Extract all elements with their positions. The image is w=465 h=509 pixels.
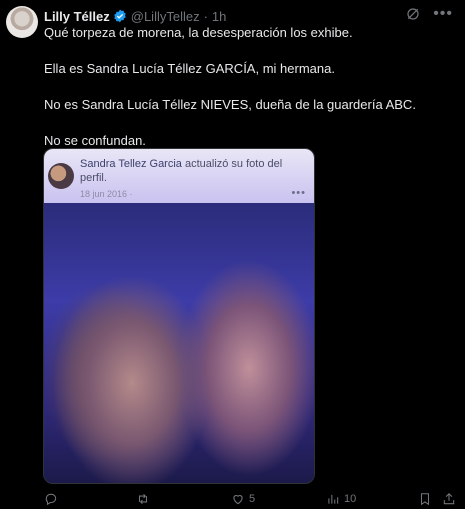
repost-icon <box>138 493 148 505</box>
fb-more-icon: ••• <box>291 187 306 199</box>
separator-dot: · <box>203 8 208 24</box>
tweet-header: Lilly Téllez @LillyTellez · 1h ••• <box>44 6 455 26</box>
repost-button[interactable] <box>136 492 154 506</box>
tweet-actions: 5 10 <box>44 490 459 508</box>
bookmark-button[interactable] <box>418 492 432 506</box>
author-handle[interactable]: @LillyTellez <box>131 9 200 24</box>
like-button[interactable]: 5 <box>231 492 255 506</box>
like-icon <box>233 495 243 505</box>
tweet-paragraph: Ella es Sandra Lucía Téllez GARCÍA, mi h… <box>44 61 335 76</box>
like-count: 5 <box>249 493 256 505</box>
tweet-paragraph: No es Sandra Lucía Téllez NIEVES, dueña … <box>44 97 416 112</box>
more-icon[interactable]: ••• <box>433 6 453 22</box>
author-name[interactable]: Lilly Téllez <box>44 9 110 24</box>
fb-post-line: Sandra Tellez Garcia actualizó su foto d… <box>80 157 306 185</box>
selfie-photo <box>44 203 314 483</box>
verified-badge-icon <box>113 9 126 23</box>
tweet-text: Qué torpeza de morena, la desesperación … <box>44 24 455 168</box>
share-icon <box>443 493 455 505</box>
tweet[interactable]: Lilly Téllez @LillyTellez · 1h ••• Qué t… <box>0 0 465 509</box>
share-button[interactable] <box>442 492 456 506</box>
tweet-media[interactable]: Sandra Tellez Garcia actualizó su foto d… <box>43 148 315 484</box>
author-avatar[interactable] <box>6 6 38 38</box>
fb-date: 18 jun 2016 · <box>80 189 133 199</box>
tweet-paragraph: Qué torpeza de morena, la desesperación … <box>44 25 353 40</box>
tweet-time[interactable]: 1h <box>212 9 226 24</box>
facebook-post-header: Sandra Tellez Garcia actualizó su foto d… <box>44 149 314 203</box>
reply-button[interactable] <box>44 492 62 506</box>
reply-icon <box>45 493 57 506</box>
views-count: 10 <box>344 493 357 505</box>
views-button[interactable]: 10 <box>326 492 356 506</box>
fb-name: Sandra Tellez Garcia <box>80 158 182 170</box>
fb-avatar <box>48 163 74 189</box>
views-icon <box>328 494 339 504</box>
grok-icon[interactable] <box>405 6 421 22</box>
bookmark-icon <box>420 493 430 506</box>
